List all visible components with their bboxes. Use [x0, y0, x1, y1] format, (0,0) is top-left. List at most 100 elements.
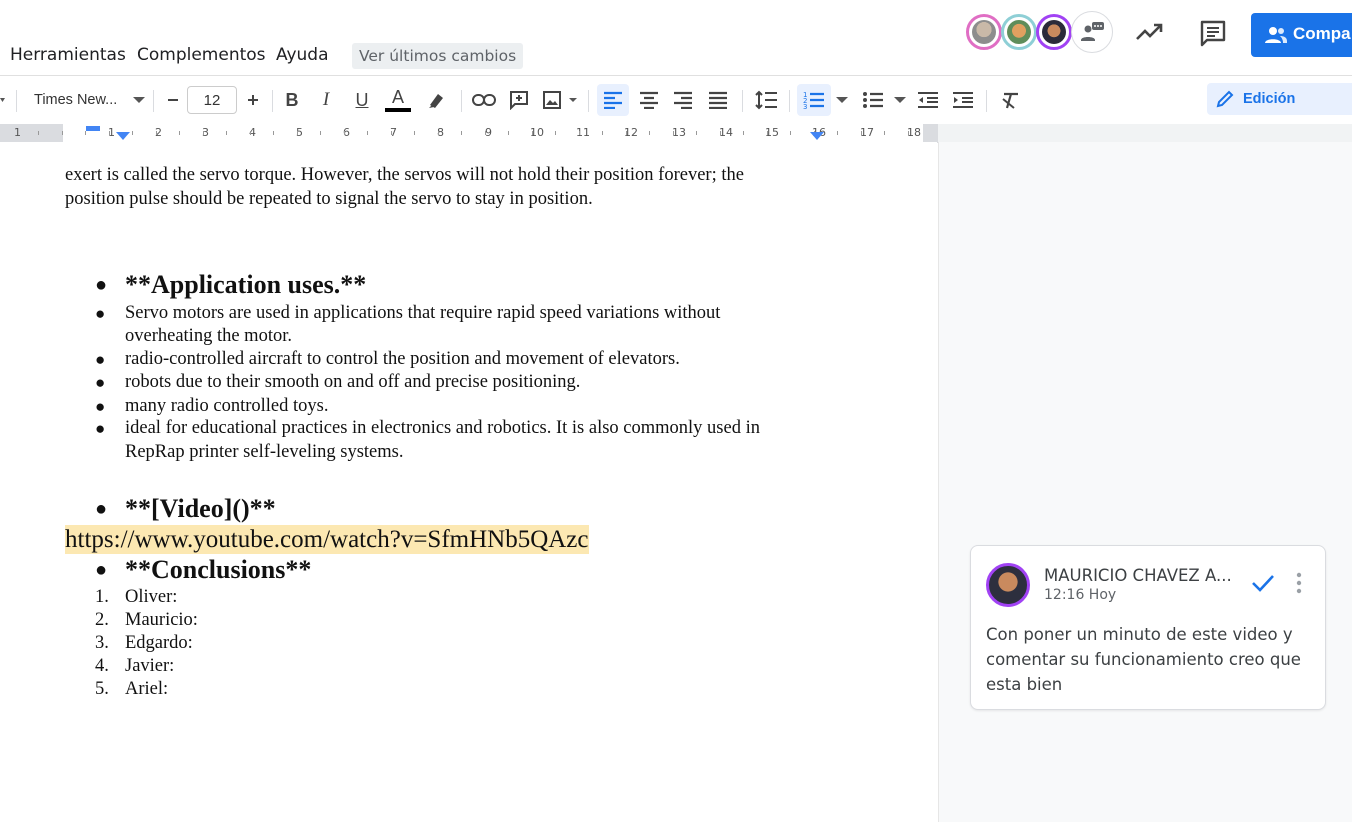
add-comment-icon[interactable]	[506, 88, 532, 112]
first-line-indent-marker[interactable]	[86, 126, 100, 131]
list-item-continuation: RepRap printer self-leveling systems.	[125, 442, 404, 462]
activity-trend-icon[interactable]	[1135, 20, 1163, 49]
ruler-content-area	[63, 124, 923, 142]
ruler[interactable]: 1123456789101112131415161718	[0, 124, 1352, 143]
ruler-tick	[344, 131, 345, 135]
left-indent-marker[interactable]	[116, 132, 130, 141]
ruler-tick	[861, 131, 862, 135]
bullet-marker: ●	[95, 419, 106, 438]
comments-icon[interactable]	[1199, 19, 1227, 52]
heading-application-uses: **Application uses.**	[125, 270, 367, 299]
italic-icon[interactable]: I	[314, 88, 338, 112]
bullet-marker: ●	[95, 373, 106, 392]
text-color-icon[interactable]: A	[384, 88, 412, 112]
chat-icon[interactable]	[1071, 11, 1113, 53]
ruler-tick	[38, 131, 39, 135]
menu-complementos[interactable]: Complementos	[137, 45, 266, 65]
conclusion-item: Edgardo:	[125, 633, 193, 653]
menu-ayuda[interactable]: Ayuda	[276, 45, 329, 65]
editing-mode-button[interactable]: Edición	[1207, 83, 1352, 115]
ruler-tick	[908, 131, 909, 135]
font-size-input[interactable]: 12	[187, 86, 237, 114]
share-button[interactable]: Compa	[1251, 13, 1352, 57]
divider	[588, 90, 589, 112]
bullet-marker: ●	[95, 397, 106, 416]
divider	[153, 90, 154, 112]
comments-margin	[938, 142, 1352, 822]
ruler-tick	[743, 131, 744, 135]
ruler-tick	[837, 131, 838, 135]
ruler-page-area: 1123456789101112131415161718	[0, 124, 938, 142]
align-center-icon[interactable]	[636, 88, 662, 112]
ruler-tick	[884, 131, 885, 135]
decrease-indent-icon[interactable]	[915, 88, 941, 112]
bold-icon[interactable]: B	[280, 88, 304, 112]
collaborator-avatar-2[interactable]	[1001, 14, 1037, 50]
ruler-tick	[602, 131, 603, 135]
insert-link-icon[interactable]	[470, 88, 498, 112]
underline-icon[interactable]: U	[350, 88, 374, 112]
overflow-chevron-icon[interactable]	[0, 88, 6, 112]
pencil-icon	[1216, 90, 1234, 108]
align-right-icon[interactable]	[670, 88, 696, 112]
ruler-tick	[132, 131, 133, 135]
numbered-list-chevron-icon[interactable]	[835, 88, 849, 112]
line-spacing-icon[interactable]	[752, 88, 780, 112]
font-family-select[interactable]: Times New...	[28, 88, 150, 112]
heading-conclusions: **Conclusions**	[125, 555, 312, 584]
list-item: many radio controlled toys.	[125, 396, 329, 416]
highlight-color-icon[interactable]	[424, 88, 448, 112]
ruler-number: 13	[672, 126, 686, 139]
comment-author-name: MAURICIO CHAVEZ A...	[1044, 566, 1232, 585]
ruler-tick	[461, 131, 462, 135]
font-size-value: 12	[203, 91, 221, 109]
comment-timestamp: 12:16 Hoy	[1044, 587, 1117, 603]
numbered-list-icon[interactable]: 123	[797, 84, 831, 116]
align-left-icon[interactable]	[597, 84, 629, 116]
ruler-tick	[109, 131, 110, 135]
list-number: 4.	[95, 656, 109, 676]
list-item: radio-controlled aircraft to control the…	[125, 349, 680, 369]
align-justify-icon[interactable]	[705, 88, 731, 112]
ruler-number: 1	[14, 126, 21, 139]
divider	[272, 90, 273, 112]
bullet-marker: ●	[95, 304, 106, 323]
collaborator-avatar-3[interactable]	[1036, 14, 1072, 50]
ruler-tick	[579, 131, 580, 135]
ruler-tick	[649, 131, 650, 135]
list-number: 3.	[95, 633, 109, 653]
list-item: Servo motors are used in applications th…	[125, 303, 721, 323]
divider	[742, 90, 743, 112]
last-changes-link[interactable]: Ver últimos cambios	[352, 43, 524, 69]
menu-herramientas[interactable]: Herramientas	[10, 45, 126, 65]
comment-card[interactable]: MAURICIO CHAVEZ A... 12:16 Hoy Con poner…	[970, 545, 1326, 710]
list-item: robots due to their smooth on and off an…	[125, 372, 581, 392]
ruler-tick	[790, 131, 791, 135]
ruler-tick	[297, 131, 298, 135]
clear-formatting-icon[interactable]	[997, 88, 1023, 112]
body-text-line: exert is called the servo torque. Howeve…	[65, 165, 744, 185]
comment-author-avatar[interactable]	[986, 563, 1030, 607]
font-size-increase-button[interactable]	[240, 88, 266, 112]
conclusion-item: Oliver:	[125, 587, 178, 607]
document-page[interactable]: exert is called the servo torque. Howeve…	[0, 142, 937, 822]
ruler-tick	[273, 131, 274, 135]
video-url-link[interactable]: https://www.youtube.com/watch?v=SfmHNb5Q…	[65, 525, 589, 554]
bulleted-list-chevron-icon[interactable]	[893, 88, 907, 112]
resolve-check-icon[interactable]	[1251, 573, 1275, 593]
right-indent-marker[interactable]	[810, 132, 824, 141]
bullet-marker: ●	[95, 274, 108, 296]
bulleted-list-icon[interactable]	[860, 88, 886, 112]
font-size-decrease-button[interactable]	[160, 88, 186, 112]
ruler-tick	[485, 131, 486, 135]
increase-indent-icon[interactable]	[950, 88, 976, 112]
body-text-line: position pulse should be repeated to sig…	[65, 189, 593, 209]
ruler-number: 14	[719, 126, 733, 139]
list-number: 5.	[95, 679, 109, 699]
collaborator-avatar-1[interactable]	[966, 14, 1002, 50]
insert-image-icon[interactable]	[540, 88, 580, 112]
formatting-toolbar: Times New... 12 B I U A 123 Edición	[0, 76, 1352, 124]
more-options-icon[interactable]	[1295, 571, 1303, 595]
list-number: 1.	[95, 587, 109, 607]
ruler-tick	[673, 131, 674, 135]
